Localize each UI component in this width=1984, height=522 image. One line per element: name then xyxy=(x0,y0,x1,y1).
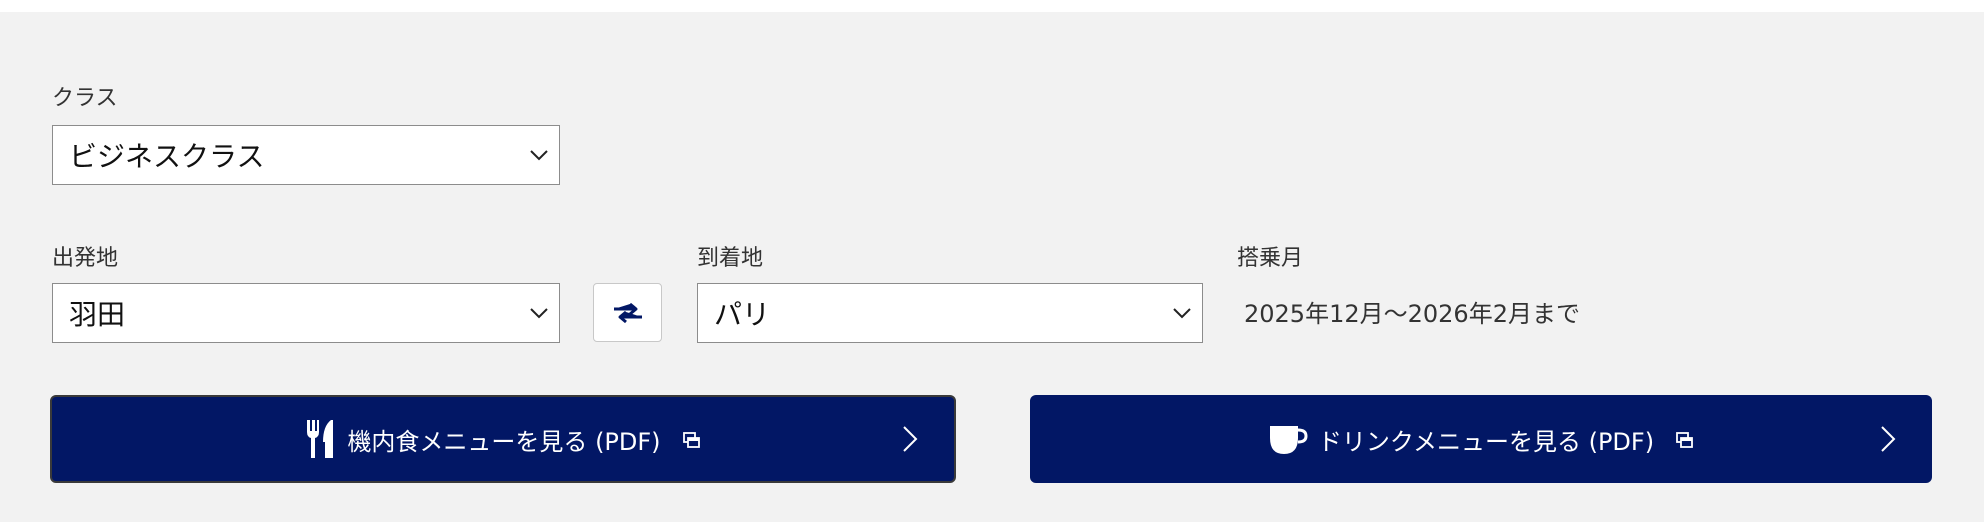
chevron-down-icon xyxy=(1173,308,1191,319)
class-select-value: ビジネスクラス xyxy=(69,140,265,173)
meal-menu-button[interactable]: 機内食メニューを見る (PDF) xyxy=(50,395,956,483)
class-label: クラス xyxy=(52,86,118,111)
departure-select[interactable]: 羽田 xyxy=(52,283,560,343)
external-window-icon xyxy=(1676,432,1693,448)
swap-airports-button[interactable] xyxy=(593,283,662,342)
boarding-month-label: 搭乗月 xyxy=(1237,246,1304,271)
departure-label: 出発地 xyxy=(52,246,119,271)
swap-arrows-icon xyxy=(613,302,642,323)
chevron-down-icon xyxy=(530,308,548,319)
boarding-month-value: 2025年12月〜2026年2月まで xyxy=(1244,300,1580,328)
menu-search-panel: クラス ビジネスクラス 出発地 羽田 到着地 パリ 搭乗月 2025年12月〜2… xyxy=(0,12,1984,522)
drink-menu-button-label: ドリンクメニューを見る (PDF) xyxy=(1317,427,1655,456)
coffee-cup-icon xyxy=(1269,426,1308,454)
chevron-right-icon xyxy=(1881,426,1896,452)
arrival-select-value: パリ xyxy=(714,298,771,331)
arrival-label: 到着地 xyxy=(697,246,764,271)
meal-menu-button-label: 機内食メニューを見る (PDF) xyxy=(347,427,661,456)
chevron-down-icon xyxy=(530,150,548,161)
fork-knife-icon xyxy=(307,420,334,458)
departure-select-value: 羽田 xyxy=(69,298,126,331)
external-window-icon xyxy=(682,432,700,448)
class-select[interactable]: ビジネスクラス xyxy=(52,125,560,185)
arrival-select[interactable]: パリ xyxy=(697,283,1203,343)
chevron-right-icon xyxy=(903,426,918,452)
drink-menu-button[interactable]: ドリンクメニューを見る (PDF) xyxy=(1030,395,1932,483)
